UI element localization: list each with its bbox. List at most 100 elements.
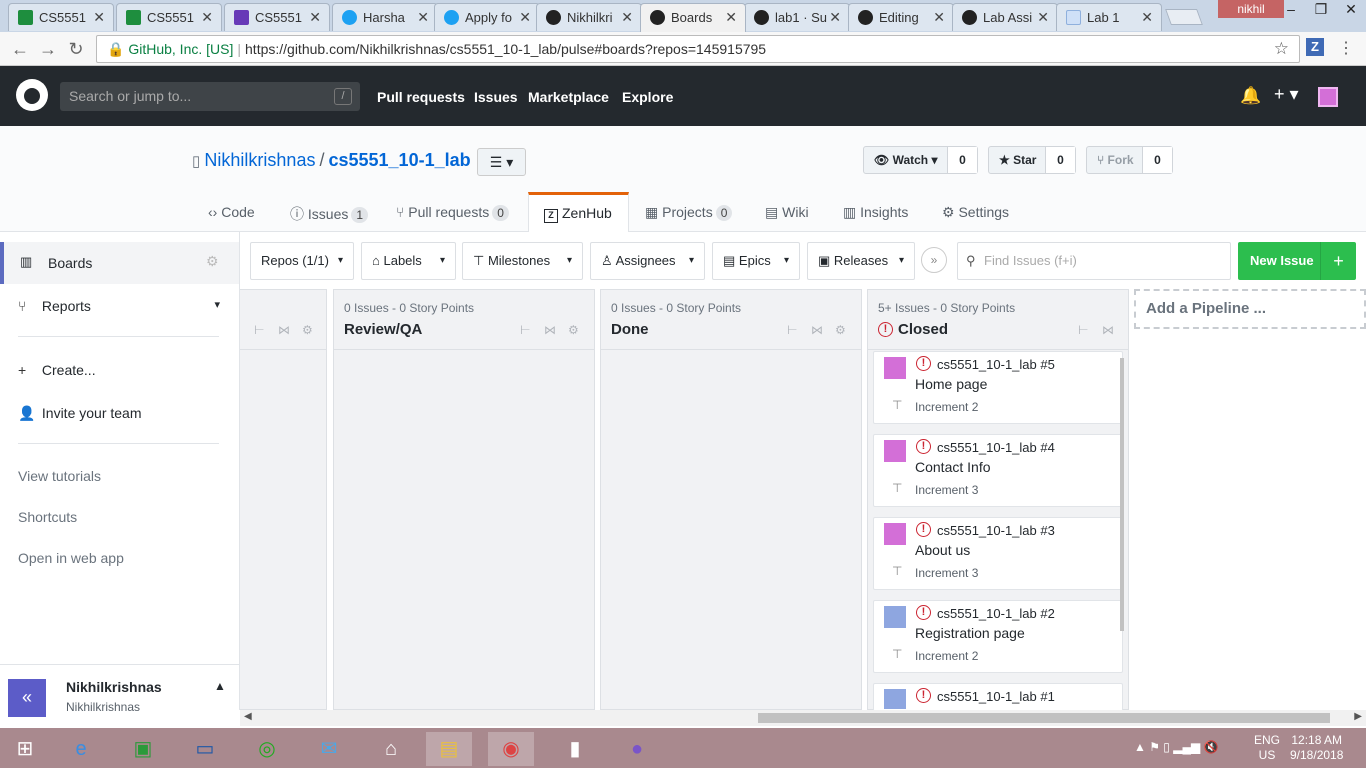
add-pipeline-button[interactable]: Add a Pipeline ... (1134, 289, 1366, 329)
view-tutorials-link[interactable]: View tutorials (18, 468, 101, 484)
profile-chip[interactable]: nikhil (1218, 0, 1284, 18)
lenovo-icon[interactable]: ▭ (182, 732, 228, 766)
gear-icon[interactable]: ⚙ (206, 253, 219, 270)
close-icon[interactable]: ✕ (621, 9, 633, 26)
nav-pull-requests[interactable]: Pull requests (377, 89, 465, 105)
close-icon[interactable]: ✕ (1037, 9, 1049, 26)
star-button[interactable]: ★ Star 0 (988, 146, 1076, 174)
close-icon[interactable]: ✕ (201, 9, 213, 26)
releases-filter[interactable]: ▣ Releases ▾ (807, 242, 915, 280)
sidebar-item-boards[interactable]: ▥ Boards ⚙ (0, 242, 239, 284)
collapse-icon[interactable]: ⊢ (787, 323, 797, 337)
file-explorer-icon[interactable]: ▤ (426, 732, 472, 766)
repo-owner-link[interactable]: Nikhilkrishnas (204, 150, 315, 170)
store-icon[interactable]: ▣ (120, 732, 166, 766)
scroll-thumb[interactable] (758, 713, 1330, 723)
browser-tab[interactable]: CS5551 ✕ (224, 3, 330, 31)
new-tab-button[interactable] (1165, 9, 1203, 25)
tab-settings[interactable]: ⚙ Settings (942, 204, 1009, 221)
clock[interactable]: 12:18 AM 9/18/2018 (1290, 733, 1343, 763)
more-filters-button[interactable]: » (921, 247, 947, 273)
expand-icon[interactable]: ⋈ (278, 323, 290, 337)
minimize-button[interactable]: – (1276, 0, 1306, 20)
issue-card[interactable]: ! cs5551_10-1_lab #5 Home page ⊤ Increme… (873, 351, 1123, 424)
webstorm-icon[interactable]: ▮ (552, 732, 598, 766)
bookmark-star-icon[interactable]: ☆ (1274, 36, 1289, 62)
system-tray[interactable]: ▲ ⚑ ▯ ▂▄▆ 🔇 (1134, 740, 1218, 754)
gear-icon[interactable]: ⚙ (835, 323, 846, 337)
close-icon[interactable]: ✕ (829, 9, 841, 26)
tab-issues[interactable]: ⓘ Issues 1 (290, 204, 369, 224)
url-input[interactable]: 🔒 GitHub, Inc. [US] | https://github.com/N… (96, 35, 1300, 63)
board-horizontal-scrollbar[interactable]: ◀ ▶ (240, 710, 1366, 726)
expand-icon[interactable]: ⋈ (544, 323, 556, 337)
gear-icon[interactable]: ⚙ (568, 323, 579, 337)
forward-icon[interactable]: → (36, 38, 60, 60)
mail-icon[interactable]: ✉ (306, 732, 352, 766)
close-icon[interactable]: ✕ (93, 9, 105, 26)
column-scrollbar[interactable] (1120, 358, 1124, 631)
maximize-button[interactable]: ❐ (1306, 0, 1336, 20)
repos-filter[interactable]: Repos (1/1) ▾ (250, 242, 354, 280)
nav-marketplace[interactable]: Marketplace (528, 89, 609, 105)
tab-zenhub[interactable]: Z ZenHub (528, 192, 629, 233)
close-icon[interactable]: ✕ (725, 9, 737, 26)
fork-button[interactable]: ⑂ Fork 0 (1086, 146, 1173, 174)
tab-pull-requests[interactable]: ⑂ Pull requests 0 (396, 204, 509, 221)
gear-icon[interactable]: ⚙ (302, 323, 313, 337)
issue-card[interactable]: ! cs5551_10-1_lab #2 Registration page ⊤… (873, 600, 1123, 673)
close-icon[interactable]: ✕ (933, 9, 945, 26)
language-indicator[interactable]: ENG US (1254, 733, 1280, 763)
tab-insights[interactable]: ▥ Insights (843, 204, 908, 221)
browser-tab[interactable]: lab1 · Su ✕ (744, 3, 850, 31)
browser-tab[interactable]: CS5551 ✕ (8, 3, 114, 31)
issue-card[interactable]: ! cs5551_10-1_lab #3 About us ⊤ Incremen… (873, 517, 1123, 590)
browser-tab-active[interactable]: Boards ✕ (640, 3, 746, 32)
watch-button[interactable]: 👁 Watch ▾ 0 (863, 146, 978, 174)
expand-icon[interactable]: ⋈ (1102, 323, 1114, 337)
collapse-icon[interactable]: ⊢ (254, 323, 264, 337)
scroll-left-icon[interactable]: ◀ (244, 711, 252, 722)
browser-tab[interactable]: Editing ✕ (848, 3, 954, 31)
github-logo-icon[interactable] (16, 79, 48, 111)
windows-start-icon[interactable]: ⊞ (2, 732, 48, 766)
home-icon[interactable]: ⌂ (368, 732, 414, 766)
browser-tab[interactable]: Lab 1 ✕ (1056, 3, 1162, 31)
tab-wiki[interactable]: ▤ Wiki (765, 204, 809, 221)
issue-card[interactable]: ! cs5551_10-1_lab #4 Contact Info ⊤ Incr… (873, 434, 1123, 507)
close-icon[interactable]: ✕ (309, 9, 321, 26)
search-input[interactable]: Search or jump to... / (60, 82, 360, 111)
reload-icon[interactable]: ↻ (64, 38, 88, 60)
nav-explore[interactable]: Explore (622, 89, 673, 105)
browser-menu-icon[interactable]: ⋮ (1336, 38, 1356, 60)
nav-issues[interactable]: Issues (474, 89, 518, 105)
find-issues-input[interactable]: ⚲ Find Issues (f+i) (957, 242, 1231, 280)
collapse-icon[interactable]: ⊢ (520, 323, 530, 337)
collapse-icon[interactable]: ⊢ (1078, 323, 1088, 337)
plus-icon[interactable]: + (1320, 242, 1356, 280)
expand-icon[interactable]: ⋈ (811, 323, 823, 337)
sidebar-item-reports[interactable]: ⑂ Reports ▾ (18, 298, 220, 314)
assignees-filter[interactable]: ♙ Assignees ▾ (590, 242, 705, 280)
issue-card[interactable]: ! cs5551_10-1_lab #1 (873, 683, 1123, 711)
tab-code[interactable]: ‹› Code (208, 204, 255, 220)
close-icon[interactable]: ✕ (417, 9, 429, 26)
shortcuts-link[interactable]: Shortcuts (18, 509, 77, 525)
repo-name-link[interactable]: cs5551_10-1_lab (328, 150, 470, 170)
tab-projects[interactable]: ▦ Projects 0 (645, 204, 733, 221)
back-icon[interactable]: ← (8, 38, 32, 60)
scroll-right-icon[interactable]: ▶ (1354, 711, 1362, 722)
sidebar-item-create[interactable]: + Create... (18, 362, 96, 378)
collapse-sidebar-button[interactable]: « (8, 679, 46, 717)
github-desktop-icon[interactable]: ● (614, 732, 660, 766)
epics-filter[interactable]: ▤ Epics ▾ (712, 242, 800, 280)
repo-list-menu-button[interactable]: ☰ ▾ (477, 148, 526, 176)
chrome-icon[interactable]: ◉ (488, 732, 534, 766)
browser-tab[interactable]: Apply fo ✕ (434, 3, 540, 31)
new-issue-button[interactable]: New Issue + (1238, 242, 1356, 280)
browser-tab[interactable]: Nikhilkri ✕ (536, 3, 642, 31)
browser-tab[interactable]: Harsha ✕ (332, 3, 438, 31)
zenhub-extension-icon[interactable]: Z (1306, 38, 1324, 56)
create-new-icon[interactable]: + ▾ (1274, 84, 1299, 105)
internet-explorer-icon[interactable]: e (58, 732, 104, 766)
